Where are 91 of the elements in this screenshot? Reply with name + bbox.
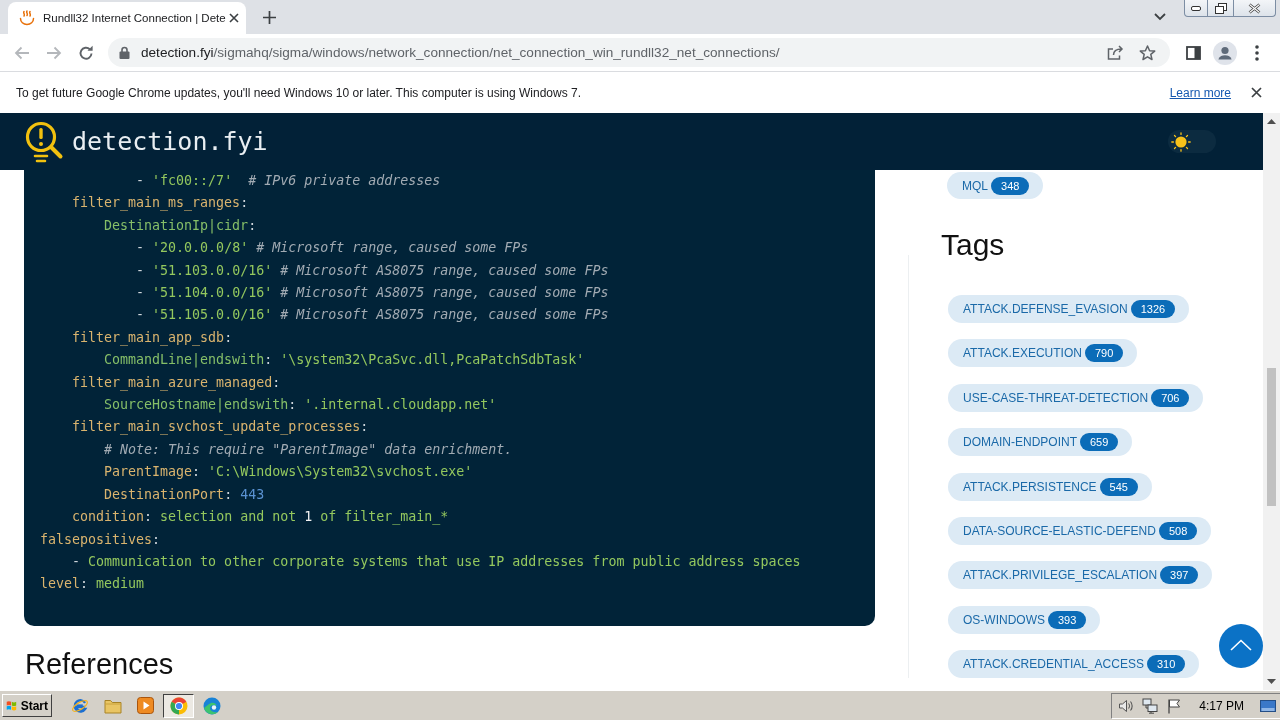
speaker-icon[interactable] <box>1118 697 1135 714</box>
minimize-button[interactable] <box>1184 0 1208 17</box>
clock[interactable]: 4:17 PM <box>1199 698 1244 713</box>
count-badge: 348 <box>991 176 1030 195</box>
learn-more-link[interactable]: Learn more <box>1169 85 1231 100</box>
code-line: condition: selection and not 1 of filter_main_* <box>72 508 449 527</box>
code-line: ParentImage: 'C:\Windows\System32\svchost.exe' <box>104 463 473 482</box>
close-icon <box>1250 87 1262 98</box>
tag-chip[interactable]: DOMAIN-ENDPOINT 659 <box>948 428 1133 457</box>
close-icon <box>228 13 239 23</box>
code-line: - 'fc00::/7' # IPv6 private addresses <box>136 172 441 190</box>
lock-icon <box>119 46 130 59</box>
count-badge: 659 <box>1080 433 1119 452</box>
code-line: - '51.105.0.0/16' # Microsoft AS8075 range, caused some FPs <box>136 306 609 325</box>
flag-icon[interactable] <box>1166 697 1183 714</box>
code-line: filter_main_azure_managed: <box>72 373 281 393</box>
code-line: - Communication to other corporate systems that use IP addresses from public address spaces <box>72 552 801 571</box>
kebab-menu-icon <box>1255 44 1259 61</box>
count-badge: 397 <box>1160 566 1199 585</box>
tag-chip[interactable]: OS-WINDOWS 393 <box>948 605 1101 634</box>
chevron-down-icon <box>1154 13 1166 21</box>
tag-chip[interactable]: USE-CASE-THREAT-DETECTION 706 <box>948 383 1204 412</box>
close-window-button[interactable] <box>1234 0 1276 17</box>
code-line: filter_main_app_sdb: <box>72 328 233 348</box>
taskbar-button[interactable] <box>163 693 194 718</box>
references-heading: References <box>25 646 174 682</box>
scroll-up-icon[interactable] <box>1267 119 1276 124</box>
avatar-icon <box>1213 40 1237 65</box>
tag-chip[interactable]: ATTACK.CREDENTIAL_ACCESS 310 <box>948 650 1200 679</box>
magnifier-exclamation-icon <box>24 119 64 164</box>
chevron-up-icon <box>1230 639 1252 651</box>
sun-icon <box>1171 131 1191 152</box>
media-player-icon <box>137 697 154 714</box>
share-icon[interactable] <box>1107 45 1124 60</box>
count-badge: 790 <box>1084 344 1124 363</box>
close-icon <box>1248 2 1261 14</box>
arrow-right-icon <box>46 45 62 60</box>
code-line: # Note: This require "ParentImage" data enrichment. <box>104 440 513 459</box>
side-panel-icon <box>1185 45 1201 60</box>
count-badge: 508 <box>1158 521 1198 540</box>
tag-chip[interactable]: DATA-SOURCE-ELASTIC-DEFEND 508 <box>948 516 1212 545</box>
code-line: level: medium <box>40 575 145 594</box>
code-line: - '51.103.0.0/16' # Microsoft AS8075 range, caused some FPs <box>136 261 609 280</box>
reload-icon <box>78 44 94 61</box>
tag-chip[interactable]: ATTACK.PERSISTENCE 545 <box>948 472 1152 501</box>
windows-flag-icon <box>6 698 18 713</box>
browser-tab[interactable]: Rundll32 Internet Connection | Dete <box>8 2 246 34</box>
code-line: CommandLine|endswith: '\system32\PcaSvc.dll,PcaPatchSdbTask' <box>104 351 585 370</box>
address-bar[interactable]: detection.fyi/sigmahq/sigma/windows/network_connection/net_connection_win_rundll32_net_connections/ <box>108 38 1170 67</box>
code-line: - '20.0.0.0/8' # Microsoft range, caused some FPs <box>136 239 529 258</box>
plus-icon <box>262 10 276 24</box>
code-line: DestinationPort: 443 <box>104 485 265 504</box>
folder-icon <box>103 697 122 714</box>
chrome-icon <box>169 696 188 715</box>
count-badge: 310 <box>1146 655 1186 674</box>
scroll-down-icon[interactable] <box>1267 679 1276 684</box>
update-message: To get future Google Chrome updates, you'll need Windows 10 or later. This computer is using Windows 7. <box>16 85 582 100</box>
browser-e-icon <box>70 696 89 715</box>
count-badge: 1326 <box>1130 300 1176 318</box>
tag-chip[interactable]: ATTACK.EXECUTION 790 <box>948 339 1138 368</box>
code-line: - '51.104.0.0/16' # Microsoft AS8075 range, caused some FPs <box>136 284 609 303</box>
filter-chip[interactable]: MQL 348 <box>947 172 1044 199</box>
url-text: detection.fyi/sigmahq/sigma/windows/network_connection/net_connection_win_rundll32_net_connections/ <box>141 45 780 60</box>
code-line: filter_main_svchost_update_processes: <box>72 418 369 437</box>
site-name[interactable]: detection.fyi <box>72 127 268 156</box>
scroll-to-top-button[interactable] <box>1219 624 1263 668</box>
tag-chip[interactable]: ATTACK.DEFENSE_EVASION 1326 <box>948 295 1190 323</box>
profile-button[interactable] <box>1211 38 1239 67</box>
code-line: falsepositives: <box>40 530 161 549</box>
edge-icon <box>202 696 221 715</box>
code-line: filter_main_ms_ranges: <box>72 194 249 213</box>
code-line: DestinationIp|cidr: <box>104 216 257 236</box>
close-infobar-button[interactable] <box>1249 85 1263 100</box>
network-icon[interactable] <box>1142 697 1159 714</box>
tags-heading: Tags <box>941 227 1005 263</box>
start-button[interactable]: Start <box>2 694 52 717</box>
star-icon[interactable] <box>1139 44 1156 61</box>
steam-icon <box>19 10 35 26</box>
desktop-icon <box>1260 699 1276 712</box>
code-line: SourceHostname|endswith: '.internal.cloudapp.net' <box>104 396 497 415</box>
page-scrollbar[interactable] <box>1263 113 1280 690</box>
restore-icon <box>1214 2 1227 14</box>
restore-button[interactable] <box>1208 0 1234 17</box>
minimize-icon <box>1191 5 1201 11</box>
tag-chip[interactable]: ATTACK.PRIVILEGE_ESCALATION 397 <box>948 561 1213 590</box>
count-badge: 393 <box>1048 610 1087 629</box>
scrollbar-thumb[interactable] <box>1267 368 1276 506</box>
arrow-left-icon <box>14 45 30 60</box>
count-badge: 545 <box>1099 477 1138 496</box>
theme-toggle[interactable] <box>1168 130 1216 153</box>
count-badge: 706 <box>1151 388 1190 407</box>
